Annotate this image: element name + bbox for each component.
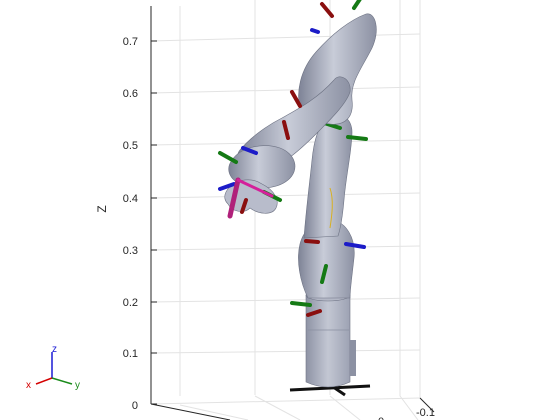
robot-base <box>305 288 356 388</box>
frame-axis-y <box>290 301 312 307</box>
x-tick-labels: -0.1 0 <box>378 407 435 420</box>
frame-axis-z <box>310 28 320 34</box>
z-tick-labels: 0.7 0.6 0.5 0.4 0.3 0.2 0.1 0 <box>123 36 138 412</box>
z-tick-label: 0.2 <box>123 297 138 309</box>
frame-axis-y <box>346 135 368 141</box>
z-tick-label: 0.5 <box>123 140 138 152</box>
triad-x-label: x <box>26 380 31 391</box>
orientation-triad: z x y <box>26 344 80 391</box>
frame-axis-y <box>352 0 362 10</box>
x-tick-label: 0 <box>378 416 384 420</box>
z-tick-label: 0.4 <box>123 193 138 205</box>
z-tick-label: 0.6 <box>123 88 138 100</box>
grid-lines <box>150 0 421 420</box>
z-axis-label: Z <box>95 205 109 212</box>
axis-box <box>150 6 435 420</box>
triad-x-axis <box>35 377 53 385</box>
z-tick-label: 0.3 <box>123 245 138 257</box>
z-tick-marks <box>151 40 157 405</box>
x-tick-label: -0.1 <box>416 407 435 419</box>
triad-z-label: z <box>52 344 57 355</box>
z-tick-label: 0.1 <box>123 348 138 360</box>
frame-axis-x <box>304 239 320 244</box>
robot-3d-plot[interactable]: 0.7 0.6 0.5 0.4 0.3 0.2 0.1 0 Z -0.1 0 <box>0 0 560 420</box>
z-tick-label: 0.7 <box>123 36 138 48</box>
robot-arm[interactable] <box>218 0 377 397</box>
triad-y-label: y <box>75 380 80 391</box>
z-tick-label: 0 <box>132 400 138 412</box>
triad-y-axis <box>51 377 73 385</box>
